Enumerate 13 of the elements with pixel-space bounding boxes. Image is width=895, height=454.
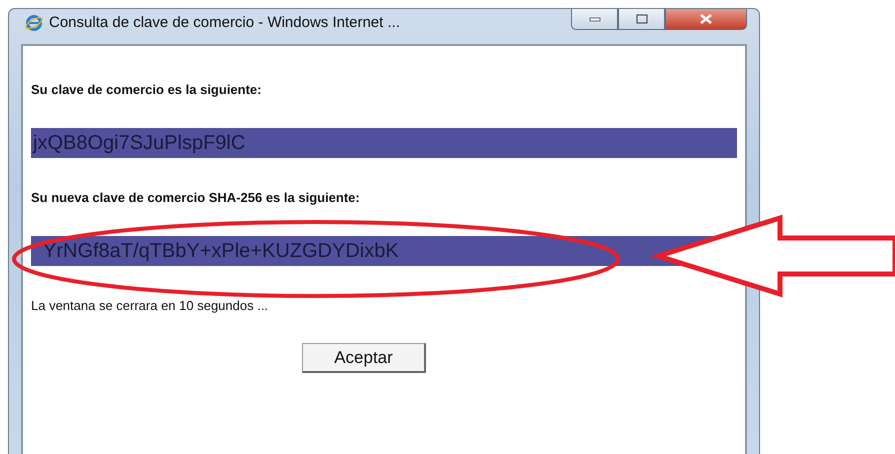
maximize-button[interactable] [618,9,665,30]
close-icon [699,14,713,24]
prompt-text: Su nueva clave de comercio SHA-256 es la siguiente: [31,190,361,206]
maximize-icon [636,14,648,24]
close-button[interactable] [665,9,747,30]
window-title: Consulta de clave de comercio - Windows Internet ... [49,14,401,31]
accept-button[interactable]: Aceptar [302,343,426,373]
key-value: jxQB8Ogi7SJuPlspF9lC [31,128,737,158]
minimize-button[interactable] [571,9,618,30]
minimize-icon [588,15,600,23]
countdown-text: La ventana se cerrara en 10 segundos ... [31,298,270,313]
prompt-text: Su clave de comercio es la siguiente: [31,82,262,98]
browser-logo-icon [25,14,43,32]
